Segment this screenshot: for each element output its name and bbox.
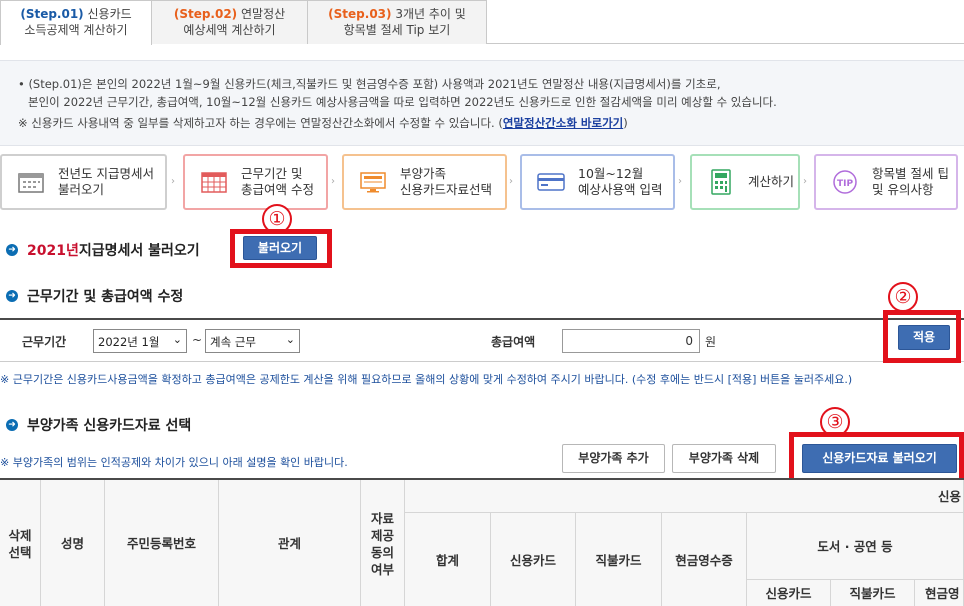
step-label: 계산하기 [748, 174, 795, 189]
section-title: 근무기간 및 총급여액 수정 [27, 289, 184, 305]
chevron-right-icon: › [678, 176, 682, 187]
tab-step-number: (Step.01) [20, 7, 84, 21]
step-tabs: (Step.01) 신용카드 소득공제액 계산하기 (Step.02) 연말정산… [0, 0, 964, 45]
step-tips: TIP 항목별 절세 팁 및 유의사항 [814, 154, 958, 210]
step-label: 부양가족 신용카드자료선택 [400, 166, 493, 197]
tab-label-line1: 연말정산 [241, 7, 286, 21]
col-name: 성명 [41, 480, 105, 606]
col-sub-cash: 현금영 [915, 580, 964, 606]
tilde-separator: ~ [192, 333, 203, 347]
card-icon [536, 170, 566, 194]
chevron-right-icon: › [331, 176, 335, 187]
tab-label-line2: 항목별 절세 Tip 보기 [343, 23, 451, 37]
monitor-icon [358, 170, 388, 194]
chevron-right-icon: › [509, 176, 513, 187]
step-edit-period: 근무기간 및 총급여액 수정 [183, 154, 328, 210]
tab-step-02[interactable]: (Step.02) 연말정산 예상세액 계산하기 [151, 0, 308, 44]
tab-label-line1: 신용카드 [87, 7, 132, 21]
col-provide-consent: 자료 제공 동의 여부 [361, 480, 405, 606]
arrow-circle-icon: ➜ [6, 419, 18, 431]
load-statement-button[interactable]: 불러오기 [243, 236, 317, 260]
notice-line-1: • (Step.01)은 본인의 2022년 1월~9월 신용카드(체크,직불카… [18, 77, 721, 91]
step-select-family: 부양가족 신용카드자료선택 [342, 154, 507, 210]
calendar-icon [16, 170, 46, 194]
simplified-link[interactable]: 연말정산간소화 바로가기 [503, 116, 623, 130]
arrow-circle-icon: ➜ [6, 290, 18, 302]
step-input-expected: 10월~12월 예상사용액 입력 [520, 154, 675, 210]
period-note: ※ 근무기간은 신용카드사용금액을 확정하고 총급여액은 공제한도 계산을 위해… [0, 373, 853, 386]
col-relation: 관계 [219, 480, 361, 606]
load-card-data-button[interactable]: 신용카드자료 불러오기 [802, 444, 957, 473]
apply-button[interactable]: 적용 [898, 325, 950, 350]
step-label: 전년도 지급명세서 불러오기 [58, 166, 154, 197]
unit-label: 원 [705, 335, 717, 349]
chevron-right-icon: › [171, 176, 175, 187]
col-sub-debit: 직불카드 [831, 580, 915, 606]
marker-2: ② [888, 282, 918, 312]
col-books-performance: 도서 · 공연 등 [747, 513, 964, 580]
col-group-credit: 신용 [405, 480, 964, 513]
tab-label-line2: 예상세액 계산하기 [183, 23, 276, 37]
tab-step-number: (Step.02) [173, 7, 238, 21]
family-card-table: 삭제 선택 성명 주민등록번호 관계 자료 제공 동의 여부 신용 합계 신용카… [0, 478, 964, 606]
section-load-statement: ➜ 2021년 지급명세서 불러오기 [6, 240, 200, 260]
col-cash: 현금영수증 [662, 513, 747, 606]
period-row: 근무기간 2022년 1월 ⌄ ~ 계속 근무 ⌄ 총급여액 0 원 [0, 318, 964, 362]
delete-family-button[interactable]: 부양가족 삭제 [672, 444, 776, 473]
tab-step-number: (Step.03) [328, 7, 392, 21]
period-start-select[interactable]: 2022년 1월 ⌄ [93, 329, 187, 353]
col-credit: 신용카드 [491, 513, 576, 606]
col-sub-credit: 신용카드 [747, 580, 831, 606]
total-salary-label: 총급여액 [491, 335, 536, 349]
tab-step-03[interactable]: (Step.03) 3개년 추이 및 항목별 절세 Tip 보기 [307, 0, 487, 44]
col-delete-select: 삭제 선택 [0, 480, 41, 606]
chevron-right-icon: › [803, 176, 807, 187]
arrow-circle-icon: ➜ [6, 244, 18, 256]
process-steps: 전년도 지급명세서 불러오기 › 근무기간 및 총급여액 수정 › 부양가족 신… [0, 154, 964, 212]
section-edit-period: ➜ 근무기간 및 총급여액 수정 [6, 286, 183, 306]
step-label: 항목별 절세 팁 및 유의사항 [872, 166, 949, 197]
tab-step-01[interactable]: (Step.01) 신용카드 소득공제액 계산하기 [0, 0, 152, 45]
section-select-family: ➜ 부양가족 신용카드자료 선택 [6, 415, 191, 435]
calendar-grid-icon [199, 170, 229, 194]
step-load-statement: 전년도 지급명세서 불러오기 [0, 154, 167, 210]
total-salary-input[interactable]: 0 [562, 329, 700, 353]
tab-label-line1: 3개년 추이 및 [395, 7, 466, 21]
step-calculate: 계산하기 [690, 154, 800, 210]
notice-line-3: ※ 신용카드 사용내역 중 일부를 삭제하고자 하는 경우에는 연말정산간소화에… [18, 116, 628, 130]
chevron-down-icon: ⌄ [172, 333, 182, 346]
chevron-down-icon: ⌄ [285, 333, 295, 346]
period-end-select[interactable]: 계속 근무 ⌄ [205, 329, 300, 353]
svg-text:TIP: TIP [837, 179, 853, 189]
period-label: 근무기간 [22, 335, 67, 349]
section-year: 2021년 [27, 243, 79, 259]
add-family-button[interactable]: 부양가족 추가 [562, 444, 665, 473]
notice-box: • (Step.01)은 본인의 2022년 1월~9월 신용카드(체크,직불카… [0, 60, 964, 146]
step-label: 10월~12월 예상사용액 입력 [578, 166, 663, 197]
col-debit: 직불카드 [576, 513, 662, 606]
tip-icon: TIP [830, 170, 860, 194]
step-label: 근무기간 및 총급여액 수정 [241, 166, 314, 197]
col-rrn: 주민등록번호 [105, 480, 219, 606]
notice-line-2: 본인이 2022년 근무기간, 총급여액, 10월~12월 신용카드 예상사용금… [28, 95, 777, 109]
family-note: ※ 부양가족의 범위는 인적공제와 차이가 있으니 아래 설명을 확인 바랍니다… [0, 456, 348, 469]
calculator-icon [706, 169, 736, 195]
section-title: 지급명세서 불러오기 [78, 243, 200, 259]
tab-label-line2: 소득공제액 계산하기 [24, 23, 128, 37]
section-title: 부양가족 신용카드자료 선택 [27, 418, 192, 434]
col-total: 합계 [405, 513, 491, 606]
